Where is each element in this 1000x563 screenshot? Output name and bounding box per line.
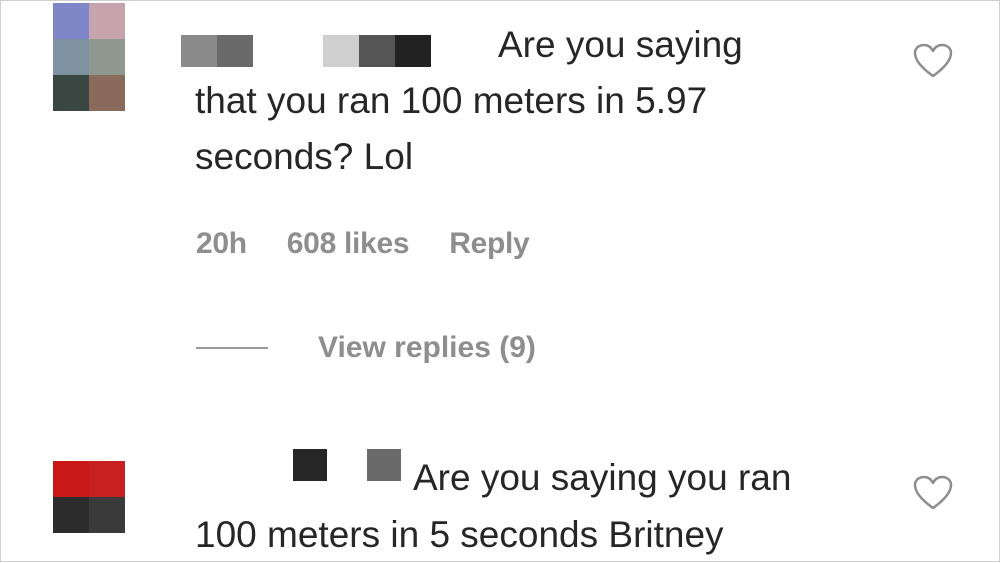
comment-text: that you ran 100 meters in 5.97 seconds?… bbox=[195, 80, 708, 177]
comment-text-line1: Are you saying you ran bbox=[413, 457, 792, 498]
comment-timestamp[interactable]: 20h bbox=[196, 227, 247, 261]
username-redacted[interactable] bbox=[293, 449, 401, 481]
view-replies-label[interactable]: View replies (9) bbox=[318, 331, 536, 365]
divider-line bbox=[196, 347, 268, 349]
heart-outline-icon[interactable] bbox=[913, 43, 953, 79]
heart-outline-icon[interactable] bbox=[913, 475, 953, 511]
avatar[interactable] bbox=[53, 461, 125, 533]
username-redacted[interactable] bbox=[181, 35, 431, 67]
like-count[interactable]: 608 likes bbox=[287, 227, 410, 261]
comments-panel: Are you saying that you ran 100 meters i… bbox=[0, 0, 1000, 562]
reply-button[interactable]: Reply bbox=[449, 227, 530, 261]
comment-text-line1: Are you saying bbox=[498, 24, 743, 65]
avatar[interactable] bbox=[53, 3, 125, 111]
comment-meta: 20h 608 likes Reply bbox=[196, 227, 530, 261]
view-replies[interactable]: View replies (9) bbox=[196, 331, 536, 365]
comment-text: 100 meters in 5 seconds Britney bbox=[195, 514, 724, 555]
